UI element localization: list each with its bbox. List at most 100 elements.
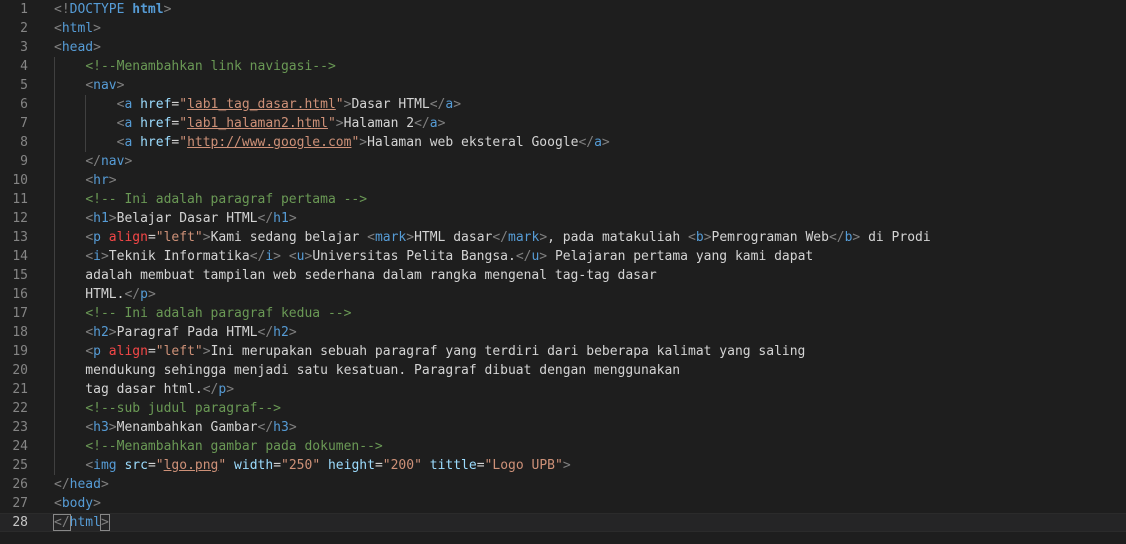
code-text[interactable]: <!DOCTYPE html> bbox=[54, 0, 171, 19]
code-text[interactable]: tag dasar html.</p> bbox=[54, 380, 234, 399]
code-token: h3 bbox=[93, 420, 109, 435]
code-text[interactable]: <html> bbox=[54, 19, 101, 38]
code-text[interactable]: </html> bbox=[53, 513, 110, 532]
code-token: </ bbox=[578, 135, 595, 150]
code-text[interactable]: <a href="lab1_halaman2.html">Halaman 2</… bbox=[54, 114, 446, 133]
code-token: h1 bbox=[273, 211, 289, 226]
code-token: < bbox=[85, 458, 94, 473]
code-token: hr bbox=[93, 173, 109, 188]
code-text[interactable]: <body> bbox=[54, 494, 101, 513]
code-text[interactable]: </head> bbox=[54, 475, 109, 494]
code-token: = bbox=[147, 458, 156, 473]
code-line[interactable]: 11 <!-- Ini adalah paragraf pertama --> bbox=[0, 190, 1126, 209]
code-token: Ini merupakan sebuah paragraf yang terdi… bbox=[210, 344, 806, 359]
code-text[interactable]: mendukung sehingga menjadi satu kesatuan… bbox=[54, 361, 680, 380]
code-token: < bbox=[688, 230, 696, 245]
code-line[interactable]: 7 <a href="lab1_halaman2.html">Halaman 2… bbox=[0, 114, 1126, 133]
code-text[interactable]: <nav> bbox=[54, 76, 124, 95]
code-editor[interactable]: 1 <!DOCTYPE html> 2 <html> 3 <head> 4 <!--Mena… bbox=[0, 0, 1126, 544]
code-token: </ bbox=[492, 230, 509, 245]
code-token: " bbox=[179, 135, 188, 150]
code-token: > bbox=[703, 230, 712, 245]
line-number: 19 bbox=[12, 344, 28, 359]
code-line[interactable]: 27 <body> bbox=[0, 494, 1126, 513]
code-text[interactable]: <p align="left">Ini merupakan sebuah par… bbox=[54, 342, 805, 361]
code-text[interactable]: <h1>Belajar Dasar HTML</h1> bbox=[54, 209, 296, 228]
code-token: Halaman web eksteral Google bbox=[367, 135, 579, 150]
code-text[interactable]: <img src="lgo.png" width="250" height="2… bbox=[54, 456, 570, 475]
code-token: > bbox=[100, 249, 109, 264]
code-token: </ bbox=[414, 116, 430, 131]
code-text[interactable]: <h2>Paragraf Pada HTML</h2> bbox=[54, 323, 296, 342]
code-token: > bbox=[108, 211, 117, 226]
code-token: > bbox=[100, 477, 109, 492]
code-line[interactable]: 23 <h3>Menambahkan Gambar</h3> bbox=[0, 418, 1126, 437]
code-text[interactable]: <!--sub judul paragraf--> bbox=[54, 399, 281, 418]
code-line[interactable]: 14 <i>Teknik Informatika</i> <u>Universi… bbox=[0, 247, 1126, 266]
code-line[interactable]: 24 <!--Menambahkan gambar pada dokumen--… bbox=[0, 437, 1126, 456]
code-line[interactable]: 1 <!DOCTYPE html> bbox=[0, 0, 1126, 19]
code-line[interactable]: 12 <h1>Belajar Dasar HTML</h1> bbox=[0, 209, 1126, 228]
code-token: > bbox=[601, 135, 610, 150]
code-token: <!-- Ini adalah paragraf kedua --> bbox=[85, 306, 352, 321]
code-line[interactable]: 21 tag dasar html.</p> bbox=[0, 380, 1126, 399]
code-text[interactable]: HTML.</p> bbox=[54, 285, 155, 304]
code-text[interactable]: <h3>Menambahkan Gambar</h3> bbox=[54, 418, 296, 437]
code-line[interactable]: 26 </head> bbox=[0, 475, 1126, 494]
code-text[interactable]: <!--Menambahkan link navigasi--> bbox=[54, 57, 335, 76]
line-number: 28 bbox=[12, 515, 28, 530]
code-line[interactable]: 15 adalah membuat tampilan web sederhana… bbox=[0, 266, 1126, 285]
code-line[interactable]: 2 <html> bbox=[0, 19, 1126, 38]
code-text[interactable]: <a href="http://www.google.com">Halaman … bbox=[54, 133, 610, 152]
code-token: < bbox=[85, 325, 94, 340]
code-line[interactable]: 25 <img src="lgo.png" width="250" height… bbox=[0, 456, 1126, 475]
code-line[interactable]: 6 <a href="lab1_tag_dasar.html">Dasar HT… bbox=[0, 95, 1126, 114]
code-text[interactable]: <hr> bbox=[54, 171, 116, 190]
code-token: < bbox=[85, 173, 94, 188]
code-text[interactable]: <!-- Ini adalah paragraf kedua --> bbox=[54, 304, 351, 323]
code-token: > bbox=[359, 135, 368, 150]
code-token: " bbox=[335, 97, 344, 112]
code-token: align bbox=[100, 344, 148, 359]
code-line[interactable]: 18 <h2>Paragraf Pada HTML</h2> bbox=[0, 323, 1126, 342]
code-line[interactable]: 19 <p align="left">Ini merupakan sebuah … bbox=[0, 342, 1126, 361]
code-line[interactable]: 4 <!--Menambahkan link navigasi--> bbox=[0, 57, 1126, 76]
code-line[interactable]: 9 </nav> bbox=[0, 152, 1126, 171]
code-line[interactable]: 22 <!--sub judul paragraf--> bbox=[0, 399, 1126, 418]
code-text[interactable]: <head> bbox=[54, 38, 101, 57]
code-token: </ bbox=[429, 97, 446, 112]
code-line[interactable]: 16 HTML.</p> bbox=[0, 285, 1126, 304]
code-text[interactable]: <i>Teknik Informatika</i> <u>Universitas… bbox=[54, 247, 813, 266]
code-text[interactable]: <p align="left">Kami sedang belajar <mar… bbox=[54, 228, 930, 247]
line-number: 11 bbox=[12, 192, 28, 207]
code-line[interactable]: 28 </html> bbox=[0, 513, 1126, 532]
code-line[interactable]: 8 <a href="http://www.google.com">Halama… bbox=[0, 133, 1126, 152]
code-text[interactable]: adalah membuat tampilan web sederhana da… bbox=[54, 266, 656, 285]
code-line[interactable]: 10 <hr> bbox=[0, 171, 1126, 190]
code-text[interactable]: <!--Menambahkan gambar pada dokumen--> bbox=[54, 437, 382, 456]
code-token: align bbox=[100, 230, 148, 245]
code-token: html bbox=[69, 515, 101, 530]
code-text[interactable]: <a href="lab1_tag_dasar.html">Dasar HTML… bbox=[54, 95, 461, 114]
code-token: Universitas Pelita Bangsa. bbox=[312, 249, 516, 264]
line-number: 4 bbox=[20, 59, 28, 74]
code-line[interactable]: 5 <nav> bbox=[0, 76, 1126, 95]
code-line[interactable]: 20 mendukung sehingga menjadi satu kesat… bbox=[0, 361, 1126, 380]
code-token: height bbox=[320, 458, 375, 473]
code-token: html bbox=[61, 21, 94, 36]
code-text[interactable]: <!-- Ini adalah paragraf pertama --> bbox=[54, 190, 367, 209]
code-token: </ bbox=[257, 325, 274, 340]
code-line[interactable]: 17 <!-- Ini adalah paragraf kedua --> bbox=[0, 304, 1126, 323]
code-line[interactable]: 13 <p align="left">Kami sedang belajar <… bbox=[0, 228, 1126, 247]
code-text[interactable]: </nav> bbox=[54, 152, 132, 171]
code-line[interactable]: 3 <head> bbox=[0, 38, 1126, 57]
code-token: Belajar Dasar HTML bbox=[116, 211, 258, 226]
code-token: Dasar HTML bbox=[351, 97, 430, 112]
code-token: img bbox=[93, 458, 117, 473]
